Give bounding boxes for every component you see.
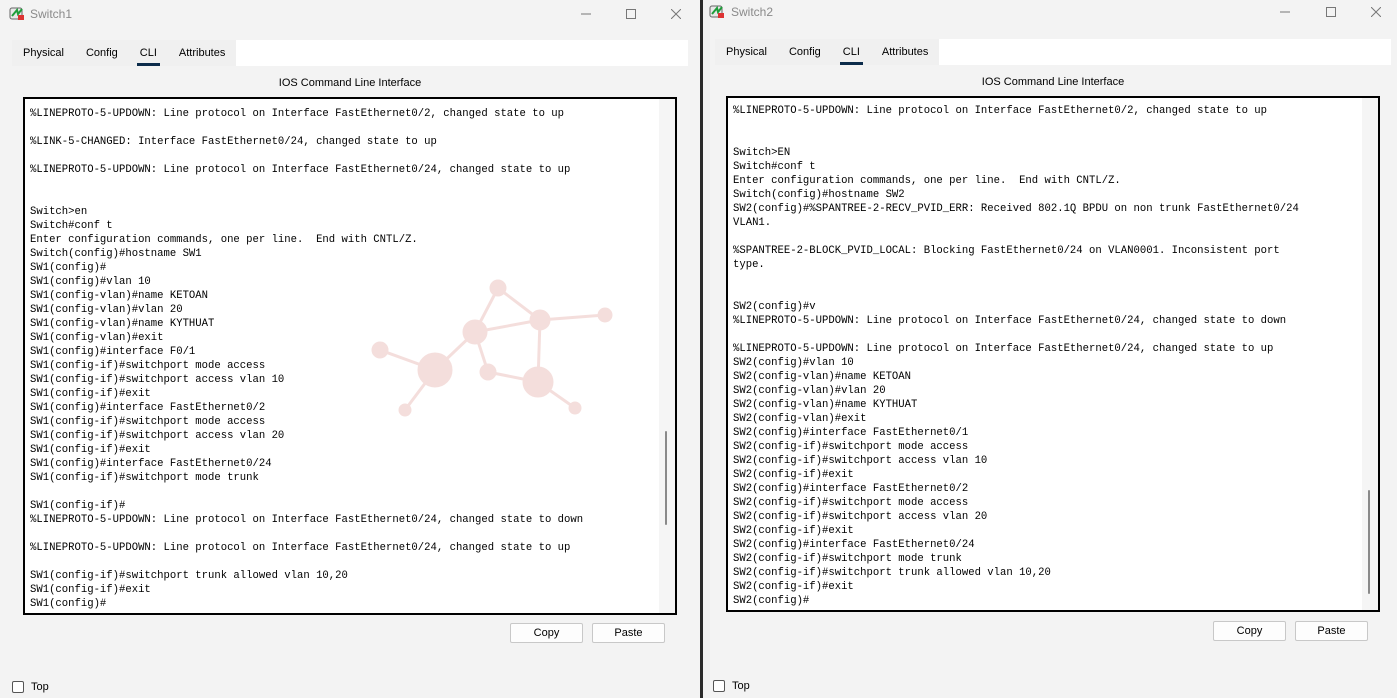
paste-button[interactable]: Paste — [592, 623, 665, 643]
close-button[interactable] — [1353, 0, 1397, 24]
tab-attributes[interactable]: Attributes — [871, 39, 939, 65]
cli-pane: IOS Command Line Interface %LINEPROTO-5-… — [715, 65, 1391, 672]
maximize-icon — [1326, 7, 1336, 17]
title-bar[interactable]: Switch1 — [0, 0, 700, 28]
tab-bar: Physical Config CLI Attributes — [12, 40, 237, 66]
cli-pane: IOS Command Line Interface %LINEPROTO-5-… — [12, 66, 688, 672]
device-panel: Physical Config CLI Attributes IOS Comma… — [715, 39, 1391, 672]
device-panel: Physical Config CLI Attributes IOS Comma… — [12, 40, 688, 672]
paste-button[interactable]: Paste — [1295, 621, 1368, 641]
tab-config[interactable]: Config — [75, 40, 129, 66]
tab-bar: Physical Config CLI Attributes — [715, 39, 940, 65]
copy-button[interactable]: Copy — [1213, 621, 1286, 641]
terminal-scrollbar[interactable] — [659, 99, 675, 613]
packet-tracer-icon — [709, 5, 724, 18]
maximize-button[interactable] — [608, 2, 654, 26]
top-checkbox[interactable] — [713, 680, 725, 692]
tab-cli[interactable]: CLI — [832, 39, 871, 65]
tab-physical[interactable]: Physical — [715, 39, 778, 65]
top-label: Top — [31, 681, 49, 693]
switch1-window: Switch1 Physical Config CLI Attributes I… — [0, 0, 700, 698]
tab-attributes[interactable]: Attributes — [168, 40, 236, 66]
top-option[interactable]: Top — [12, 680, 49, 694]
close-button[interactable] — [653, 2, 699, 26]
title-bar[interactable]: Switch2 — [703, 0, 1397, 28]
tab-config[interactable]: Config — [778, 39, 832, 65]
minimize-button[interactable] — [563, 2, 609, 26]
cli-terminal[interactable]: %LINEPROTO-5-UPDOWN: Line protocol on In… — [726, 96, 1380, 612]
tab-cli[interactable]: CLI — [129, 40, 168, 66]
close-icon — [671, 9, 681, 19]
maximize-button[interactable] — [1308, 0, 1354, 24]
minimize-button[interactable] — [1262, 0, 1308, 24]
terminal-output: %LINEPROTO-5-UPDOWN: Line protocol on In… — [30, 108, 584, 610]
close-icon — [1371, 7, 1381, 17]
terminal-scrollbar[interactable] — [1362, 98, 1378, 610]
packet-tracer-icon — [9, 7, 24, 20]
minimize-icon — [581, 13, 591, 15]
top-label: Top — [732, 680, 750, 692]
maximize-icon — [626, 9, 636, 19]
minimize-icon — [1280, 11, 1290, 13]
cli-heading: IOS Command Line Interface — [981, 76, 1125, 88]
switch2-window: Switch2 Physical Config CLI Attributes I… — [703, 0, 1397, 698]
top-checkbox[interactable] — [12, 681, 24, 693]
top-option[interactable]: Top — [713, 679, 750, 693]
terminal-output: %LINEPROTO-5-UPDOWN: Line protocol on In… — [733, 105, 1299, 607]
copy-button[interactable]: Copy — [510, 623, 583, 643]
window-title: Switch1 — [30, 7, 73, 21]
cli-terminal[interactable]: %LINEPROTO-5-UPDOWN: Line protocol on In… — [23, 97, 677, 615]
window-title: Switch2 — [731, 5, 774, 19]
tab-physical[interactable]: Physical — [12, 40, 75, 66]
scrollbar-thumb[interactable] — [1368, 490, 1370, 594]
cli-heading: IOS Command Line Interface — [278, 77, 422, 89]
scrollbar-thumb[interactable] — [665, 431, 667, 525]
